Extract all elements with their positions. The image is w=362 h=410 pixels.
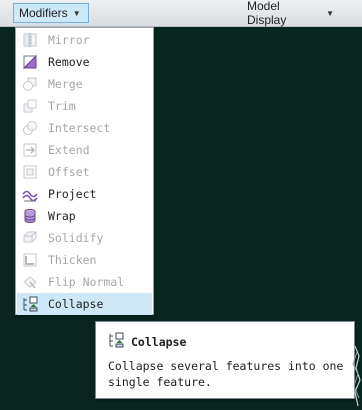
collapse-tooltip: Collapse Collapse several features into … — [95, 321, 355, 399]
modifiers-menu-button[interactable]: Modifiers ▼ — [13, 3, 89, 23]
menu-item-label: Collapse — [48, 297, 104, 311]
merge-icon — [22, 76, 38, 92]
menu-item-label: Offset — [48, 165, 90, 179]
modifiers-dropdown-menu: Mirror Remove Merge Trim Intersect Exten… — [15, 27, 154, 315]
menu-item-label: Merge — [48, 77, 83, 91]
tooltip-header: Collapse — [108, 332, 186, 352]
project-icon — [22, 186, 38, 202]
solidify-icon — [22, 230, 38, 246]
menu-item-trim[interactable]: Trim — [17, 95, 152, 117]
tooltip-description: Collapse several features into one singl… — [108, 359, 344, 389]
menu-item-wrap[interactable]: Wrap — [17, 205, 152, 227]
flip-normal-icon — [22, 274, 38, 290]
toolbar: Modifiers ▼ Model Display ▼ — [0, 0, 362, 27]
menu-item-label: Flip Normal — [48, 275, 125, 289]
dropdown-arrow-icon: ▼ — [326, 8, 334, 18]
menu-item-offset[interactable]: Offset — [17, 161, 152, 183]
extend-icon — [22, 142, 38, 158]
menu-item-label: Remove — [48, 55, 90, 69]
trim-icon — [22, 98, 38, 114]
menu-item-label: Solidify — [48, 231, 104, 245]
collapse-icon — [22, 296, 38, 312]
menu-item-project[interactable]: Project — [17, 183, 152, 205]
menu-item-label: Mirror — [48, 33, 90, 47]
dropdown-arrow-icon: ▼ — [72, 8, 81, 18]
menu-item-intersect[interactable]: Intersect — [17, 117, 152, 139]
menu-item-thicken[interactable]: Thicken — [17, 249, 152, 271]
menu-item-label: Extend — [48, 143, 90, 157]
model-fragment — [351, 345, 362, 410]
intersect-icon — [22, 120, 38, 136]
mirror-icon — [22, 32, 38, 48]
menu-item-label: Trim — [48, 99, 76, 113]
model-display-label: Model Display — [247, 0, 287, 27]
menu-item-merge[interactable]: Merge — [17, 73, 152, 95]
tooltip-title: Collapse — [131, 335, 187, 349]
collapse-icon — [108, 332, 124, 352]
modifiers-label: Modifiers — [19, 6, 68, 20]
wrap-icon — [22, 208, 38, 224]
model-display-menu-button[interactable]: Model Display ▼ — [242, 0, 338, 27]
menu-item-label: Wrap — [48, 209, 76, 223]
menu-item-mirror[interactable]: Mirror — [17, 29, 152, 51]
menu-item-label: Project — [48, 187, 97, 201]
offset-icon — [22, 164, 38, 180]
menu-item-remove[interactable]: Remove — [17, 51, 152, 73]
remove-icon — [22, 54, 38, 70]
menu-item-flip-normal[interactable]: Flip Normal — [17, 271, 152, 293]
thicken-icon — [22, 252, 38, 268]
menu-item-label: Intersect — [48, 121, 111, 135]
menu-item-label: Thicken — [48, 253, 97, 267]
menu-item-collapse[interactable]: Collapse — [17, 293, 152, 315]
menu-item-solidify[interactable]: Solidify — [17, 227, 152, 249]
menu-item-extend[interactable]: Extend — [17, 139, 152, 161]
